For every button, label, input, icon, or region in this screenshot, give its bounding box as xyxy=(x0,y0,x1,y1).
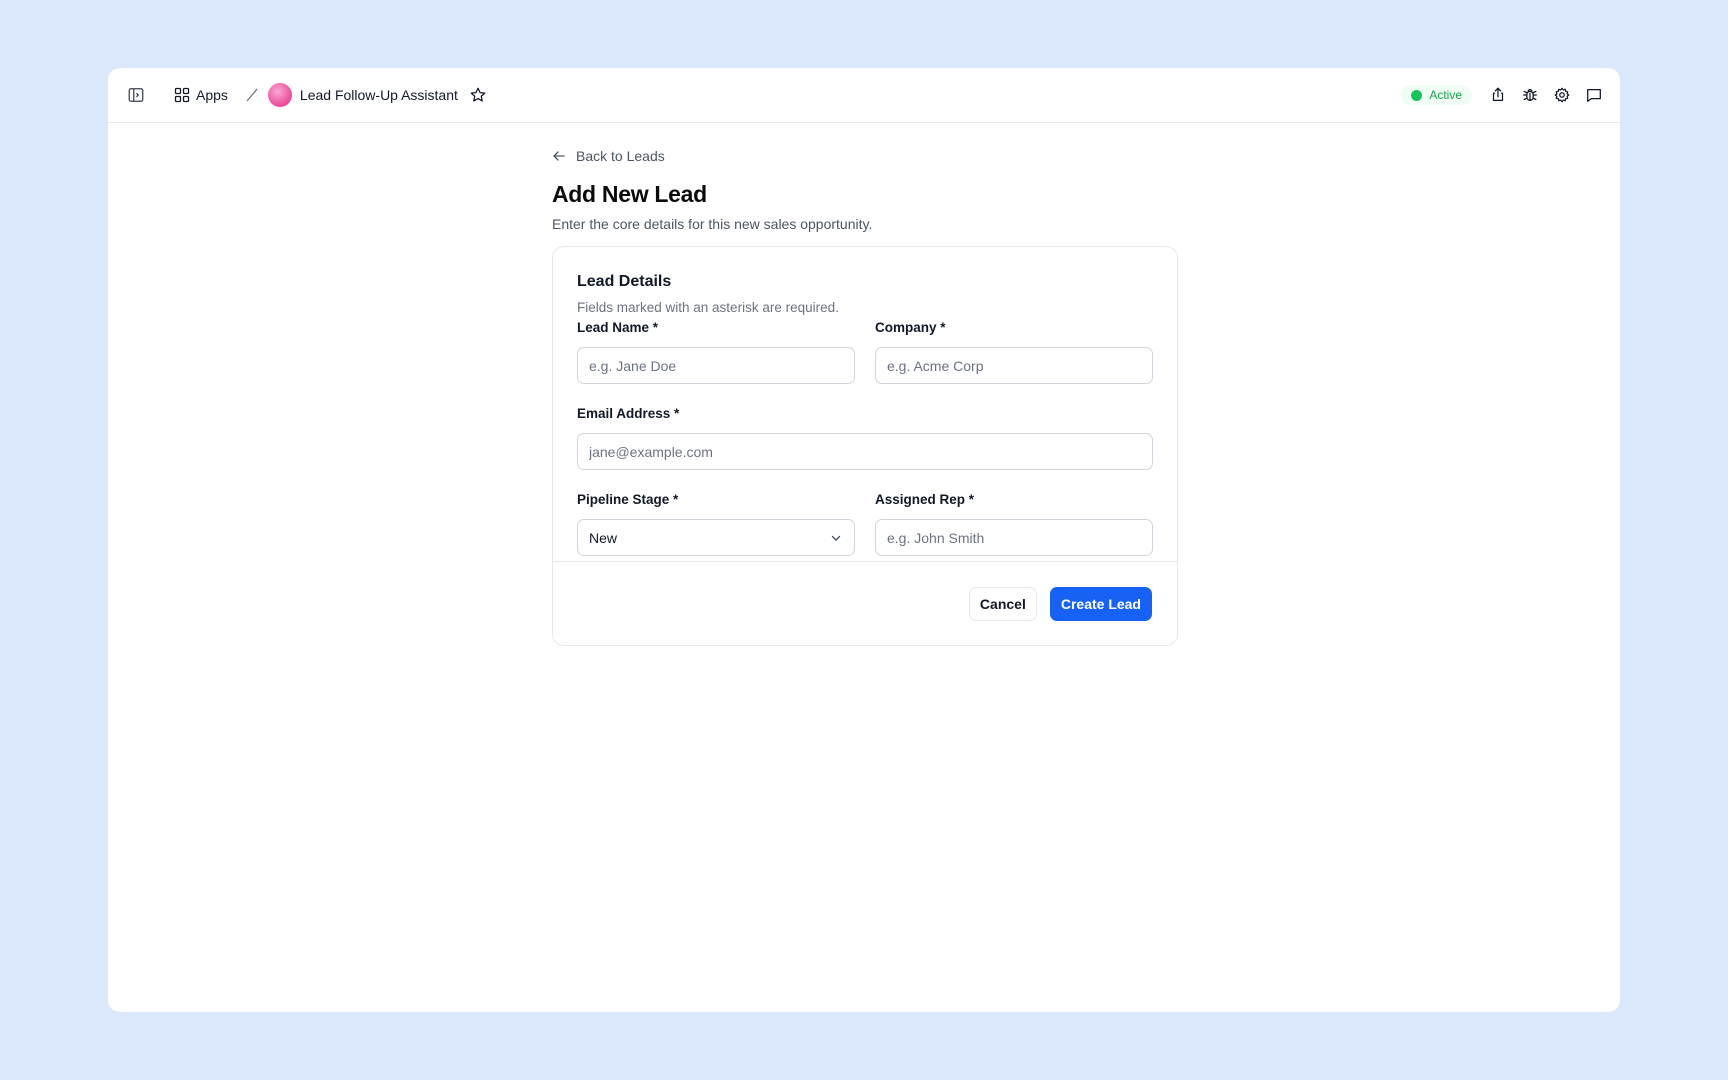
favorite-button[interactable] xyxy=(466,83,490,107)
share-icon xyxy=(1492,87,1504,102)
lead-name-input[interactable] xyxy=(577,347,855,384)
sidebar-toggle-icon xyxy=(128,88,144,102)
status-label: Active xyxy=(1429,88,1462,102)
main-content: Back to Leads Add New Lead Enter the cor… xyxy=(552,148,1178,646)
apps-label: Apps xyxy=(196,87,228,103)
app-name[interactable]: Lead Follow-Up Assistant xyxy=(300,87,458,103)
top-bar: Apps Lead Follow-Up Assistant Active xyxy=(108,68,1620,123)
app-window: Apps Lead Follow-Up Assistant Active Bac… xyxy=(108,68,1620,1012)
email-label: Email Address * xyxy=(577,406,680,421)
apps-link[interactable]: Apps xyxy=(174,87,228,103)
status-badge: Active xyxy=(1401,85,1472,105)
status-dot xyxy=(1411,89,1423,101)
chat-button[interactable] xyxy=(1582,83,1606,107)
back-to-leads-link[interactable]: Back to Leads xyxy=(552,148,1178,164)
form-description: Fields marked with an asterisk are requi… xyxy=(577,300,839,315)
grid-icon xyxy=(174,87,190,103)
lead-name-label: Lead Name * xyxy=(577,320,659,335)
back-label: Back to Leads xyxy=(576,148,665,164)
page-title: Add New Lead xyxy=(552,181,707,207)
form-body: Lead Details Fields marked with an aster… xyxy=(553,247,1177,563)
message-icon xyxy=(1587,88,1601,102)
breadcrumb-separator xyxy=(244,87,260,103)
email-input[interactable] xyxy=(577,433,1153,470)
share-button[interactable] xyxy=(1486,83,1510,107)
arrow-left-icon xyxy=(553,151,565,161)
page-subtitle: Enter the core details for this new sale… xyxy=(552,216,873,232)
debug-button[interactable] xyxy=(1518,83,1542,107)
app-avatar xyxy=(267,83,292,107)
bug-icon xyxy=(1523,88,1537,102)
form-footer: Cancel Create Lead xyxy=(553,561,1177,645)
settings-button[interactable] xyxy=(1550,83,1574,107)
assigned-rep-label: Assigned Rep * xyxy=(875,492,975,507)
chevron-down-icon xyxy=(831,535,841,541)
company-label: Company * xyxy=(875,320,946,335)
company-input[interactable] xyxy=(875,347,1153,384)
create-lead-button[interactable]: Create Lead xyxy=(1049,586,1152,621)
pipeline-stage-value: New xyxy=(589,529,618,546)
sidebar-toggle-button[interactable] xyxy=(124,83,148,107)
pipeline-stage-select[interactable]: New xyxy=(577,519,855,556)
cancel-button[interactable]: Cancel xyxy=(968,586,1037,621)
pipeline-stage-label: Pipeline Stage * xyxy=(577,492,679,507)
assigned-rep-input[interactable] xyxy=(875,519,1153,556)
lead-form-card: Lead Details Fields marked with an aster… xyxy=(552,246,1178,646)
form-title: Lead Details xyxy=(577,273,672,290)
star-icon xyxy=(470,87,486,102)
gear-icon xyxy=(1554,87,1570,103)
